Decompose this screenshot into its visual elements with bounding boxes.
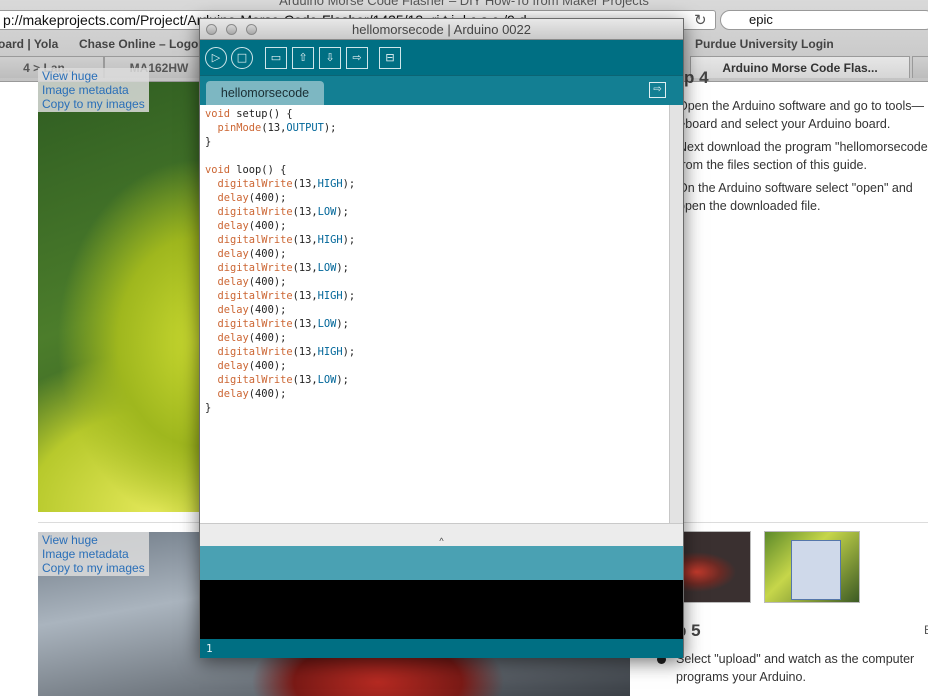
message-area xyxy=(200,546,683,580)
editor-horizontal-scrollbar[interactable] xyxy=(200,523,683,537)
edge-text: E xyxy=(924,623,928,637)
serial-monitor-button[interactable]: ⊟ xyxy=(379,47,401,69)
step-5-text: Select "upload" and watch as the compute… xyxy=(676,652,915,684)
arduino-title-bar: hellomorsecode | Arduino 0022 xyxy=(200,19,683,40)
browser-tab-active[interactable]: Arduino Morse Code Flas... xyxy=(690,56,910,78)
step-4-paragraph: Next download the program "hellomorsecod… xyxy=(678,140,928,172)
search-input[interactable]: epic xyxy=(720,10,928,30)
step-4-paragraph: On the Arduino software select "open" an… xyxy=(678,181,913,213)
step-4-paragraph: Open the Arduino software and go to tool… xyxy=(678,99,924,131)
tab-menu-icon[interactable]: ⇨ xyxy=(649,82,666,98)
view-huge-link[interactable]: View huge xyxy=(42,69,145,83)
bookmark-item[interactable]: Purdue University Login xyxy=(695,37,834,51)
verify-button[interactable]: ▷ xyxy=(205,47,227,69)
minimize-window-button[interactable] xyxy=(226,24,237,35)
bookmark-item[interactable]: Chase Online – Logon xyxy=(79,37,206,51)
close-window-button[interactable] xyxy=(206,24,217,35)
sketch-tab-bar: hellomorsecode ⇨ xyxy=(200,75,683,106)
zoom-window-button[interactable] xyxy=(246,24,257,35)
reload-icon[interactable]: ↻ xyxy=(694,11,707,29)
guide-thumbnail[interactable] xyxy=(764,531,860,603)
stop-button[interactable]: □ xyxy=(231,47,253,69)
image-metadata-link[interactable]: Image metadata xyxy=(42,83,145,97)
arduino-window: hellomorsecode | Arduino 0022 ▷ □ ▭ ⇧ ⇩ … xyxy=(199,18,684,658)
code-editor[interactable]: void setup() { pinMode(13,OUTPUT); } voi… xyxy=(200,105,669,523)
sketch-tab[interactable]: hellomorsecode xyxy=(206,81,324,106)
copy-to-my-images-link[interactable]: Copy to my images xyxy=(42,97,145,111)
line-number-status: 1 xyxy=(200,639,683,658)
console-output[interactable] xyxy=(200,580,683,639)
copy-to-my-images-link[interactable]: Copy to my images xyxy=(42,561,145,575)
arduino-window-title: hellomorsecode | Arduino 0022 xyxy=(352,22,531,37)
view-huge-link[interactable]: View huge xyxy=(42,533,145,547)
open-sketch-button[interactable]: ⇧ xyxy=(292,47,314,69)
new-sketch-button[interactable]: ▭ xyxy=(265,47,287,69)
image-links-bottom: View huge Image metadata Copy to my imag… xyxy=(38,532,149,576)
save-sketch-button[interactable]: ⇩ xyxy=(319,47,341,69)
step-4-heading: p 4 xyxy=(684,68,709,87)
bookmark-item[interactable]: oard | Yola xyxy=(0,37,58,51)
browser-window-title: Arduino Morse Code Flasher – DIY How-To … xyxy=(279,0,649,8)
editor-vertical-scrollbar[interactable] xyxy=(669,105,683,523)
browser-tab[interactable] xyxy=(912,56,928,78)
thumbnail-screen xyxy=(791,540,841,600)
image-metadata-link[interactable]: Image metadata xyxy=(42,547,145,561)
image-links-top: View huge Image metadata Copy to my imag… xyxy=(38,68,149,112)
upload-button[interactable]: ⇨ xyxy=(346,47,368,69)
code-text[interactable]: void setup() { pinMode(13,OUTPUT); } voi… xyxy=(200,105,669,415)
arduino-toolbar: ▷ □ ▭ ⇧ ⇩ ⇨ ⊟ xyxy=(200,41,683,75)
pane-splitter[interactable]: ^ xyxy=(200,537,683,546)
